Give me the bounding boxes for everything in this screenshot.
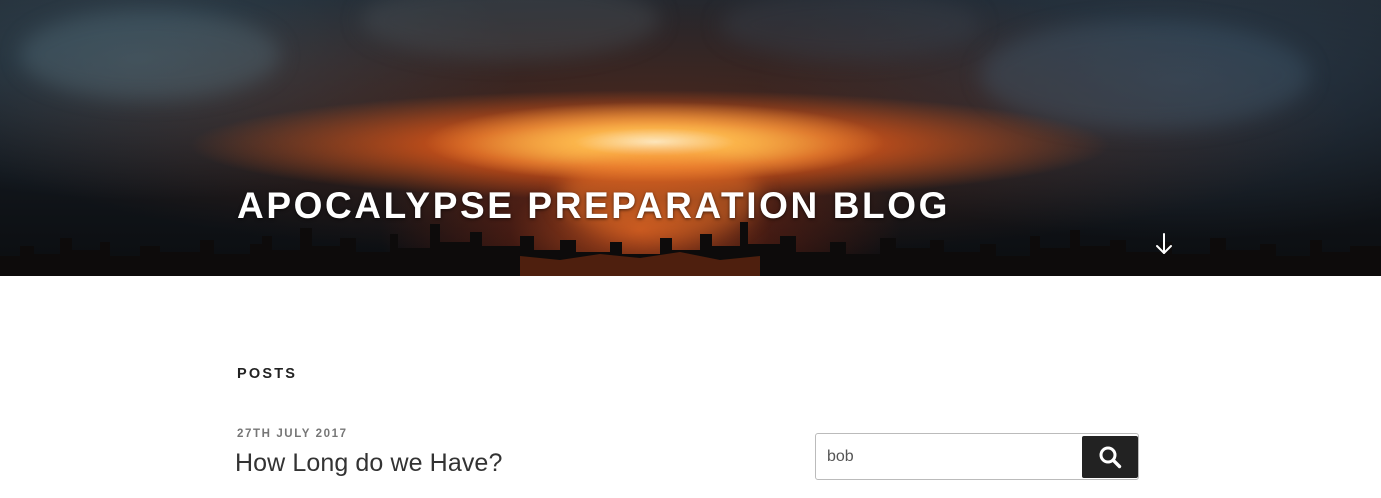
site-title[interactable]: APOCALYPSE PREPARATION BLOG <box>237 183 950 229</box>
scroll-down-button[interactable] <box>1152 231 1176 257</box>
search-submit-button[interactable] <box>1082 436 1138 478</box>
post-date-link[interactable]: 27TH JULY 2017 <box>237 427 348 441</box>
smoke-cloud <box>20 10 280 100</box>
search-input[interactable] <box>817 435 1077 478</box>
search-icon <box>1099 446 1122 469</box>
site-header: APOCALYPSE PREPARATION BLOG <box>0 0 1381 276</box>
smoke-cloud <box>720 0 980 60</box>
smoke-cloud <box>980 20 1310 130</box>
search-form <box>815 433 1139 480</box>
post-title-link[interactable]: How Long do we Have? <box>235 446 502 480</box>
posts-section-heading: POSTS <box>237 366 298 382</box>
smoke-cloud <box>360 0 660 60</box>
arrow-down-icon <box>1156 233 1172 254</box>
